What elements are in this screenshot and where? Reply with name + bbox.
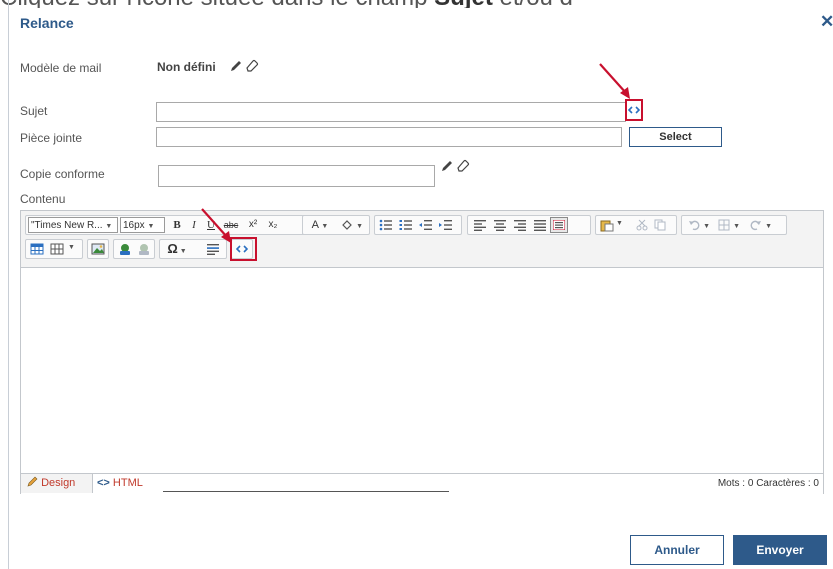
design-pencil-icon xyxy=(27,476,38,487)
table-group: ▼ xyxy=(25,239,83,259)
numbered-list-icon[interactable] xyxy=(399,219,413,231)
redo-icon xyxy=(750,220,761,231)
history-list-button[interactable]: ▼ xyxy=(716,216,742,234)
arrow-annotation-icon xyxy=(599,63,630,99)
grid-icon xyxy=(718,219,730,231)
special-char-caret-icon: ▼ xyxy=(177,248,187,255)
font-size-value: 16px xyxy=(123,220,145,231)
highlight-caret-icon: ▼ xyxy=(356,223,363,230)
undo-icon xyxy=(689,220,700,231)
cc-pencil-icon[interactable] xyxy=(440,159,454,173)
font-name-caret-icon: ▼ xyxy=(105,223,113,230)
history-caret-icon: ▼ xyxy=(733,223,740,230)
design-tab-label: Design xyxy=(41,477,76,489)
table-icon[interactable] xyxy=(30,243,44,255)
clipboard-group: ▼ xyxy=(595,215,677,235)
font-color-label: A xyxy=(311,219,319,231)
align-group xyxy=(467,215,591,235)
undo-caret-icon: ▼ xyxy=(703,223,710,230)
align-right-icon[interactable] xyxy=(513,219,527,231)
history-group: ▼ ▼ ▼ xyxy=(681,215,787,235)
special-char-button[interactable]: Ω ▼ xyxy=(164,240,190,258)
paste-caret-icon[interactable]: ▼ xyxy=(616,220,623,227)
block-format-button[interactable] xyxy=(550,217,568,233)
font-size-caret-icon: ▼ xyxy=(147,223,155,230)
highlight-color-button[interactable]: ▼ xyxy=(337,216,367,234)
paint-bucket-icon xyxy=(342,220,352,230)
align-center-icon[interactable] xyxy=(493,219,507,231)
font-size-select[interactable]: 16px ▼ xyxy=(120,217,165,233)
design-tab[interactable]: Design xyxy=(21,474,93,493)
subject-label: Sujet xyxy=(20,104,48,118)
cc-eraser-icon[interactable] xyxy=(456,158,470,172)
select-file-button[interactable]: Select xyxy=(629,127,722,147)
dialog-left-border xyxy=(8,0,9,569)
caption-text-before: Cliquez sur l'icône xyxy=(0,0,201,8)
html-tab-label: HTML xyxy=(112,477,143,489)
outdent-icon[interactable] xyxy=(419,219,433,231)
instruction-caption: Cliquez sur l'icône située dans le champ… xyxy=(0,0,833,8)
word-char-count: Mots : 0 Caractères : 0 xyxy=(717,478,819,489)
align-justify-icon[interactable] xyxy=(533,219,547,231)
color-group: A ▼ ▼ xyxy=(302,215,370,235)
rich-text-editor: "Times New R... ▼ 16px ▼ B I U abc x² x₂… xyxy=(20,210,824,494)
format-group: "Times New R... ▼ 16px ▼ B I U abc x² x₂ xyxy=(25,215,321,235)
caption-strong: Sujet xyxy=(434,0,493,8)
send-button[interactable]: Envoyer xyxy=(733,535,827,565)
html-tab[interactable]: <> HTML xyxy=(97,474,163,493)
cancel-button[interactable]: Annuler xyxy=(630,535,724,565)
close-icon[interactable]: ✕ xyxy=(820,12,833,32)
subscript-button[interactable]: x₂ xyxy=(264,216,282,234)
caption-text-after: située dans le champ xyxy=(201,0,434,8)
caption-tail: et/ou d xyxy=(493,0,573,8)
font-color-button[interactable]: A ▼ xyxy=(307,216,333,234)
attachment-label: Pièce jointe xyxy=(20,131,83,145)
bold-button[interactable]: B xyxy=(169,216,185,234)
bulleted-list-icon[interactable] xyxy=(379,219,393,231)
paste-icon[interactable] xyxy=(600,219,614,232)
unlink-icon[interactable] xyxy=(137,243,151,256)
cc-label: Copie conforme xyxy=(20,167,105,181)
footer-divider xyxy=(163,491,449,492)
font-name-value: "Times New R... xyxy=(31,220,103,231)
content-label: Contenu xyxy=(20,192,66,206)
subject-input[interactable] xyxy=(156,102,626,122)
table-props-icon[interactable] xyxy=(50,243,64,255)
redo-button[interactable]: ▼ xyxy=(748,216,774,234)
template-label: Modèle de mail xyxy=(20,61,102,75)
list-group xyxy=(374,215,462,235)
copy-icon[interactable] xyxy=(654,219,666,231)
template-value: Non défini xyxy=(157,60,216,74)
font-name-select[interactable]: "Times New R... ▼ xyxy=(28,217,118,233)
omega-icon: Ω xyxy=(167,241,178,256)
attachment-input[interactable] xyxy=(156,127,622,147)
insert-field-icon[interactable] xyxy=(628,104,640,116)
eraser-icon[interactable] xyxy=(245,58,259,72)
align-left-icon[interactable] xyxy=(473,219,487,231)
cut-icon[interactable] xyxy=(636,219,648,231)
dialog-title: Relance xyxy=(20,15,74,31)
superscript-button[interactable]: x² xyxy=(244,216,262,234)
link-icon[interactable] xyxy=(118,243,132,256)
editor-footer: Design <> HTML Mots : 0 Caractères : 0 xyxy=(21,473,823,494)
undo-button[interactable]: ▼ xyxy=(686,216,712,234)
table-caret-icon[interactable]: ▼ xyxy=(68,244,75,251)
editor-body[interactable] xyxy=(21,268,823,473)
indent-icon[interactable] xyxy=(439,219,453,231)
redo-caret-icon: ▼ xyxy=(765,223,772,230)
pencil-icon[interactable] xyxy=(229,59,243,73)
cc-input[interactable] xyxy=(158,165,435,187)
editor-toolbar: "Times New R... ▼ 16px ▼ B I U abc x² x₂… xyxy=(21,211,823,268)
link-group xyxy=(113,239,155,259)
editor-arrow-annotation-icon xyxy=(201,208,231,243)
font-color-caret-icon: ▼ xyxy=(321,223,329,230)
image-group xyxy=(87,239,109,259)
image-icon[interactable] xyxy=(91,243,105,255)
block-format-icon xyxy=(553,220,565,230)
html-tab-icon: <> xyxy=(97,477,110,489)
